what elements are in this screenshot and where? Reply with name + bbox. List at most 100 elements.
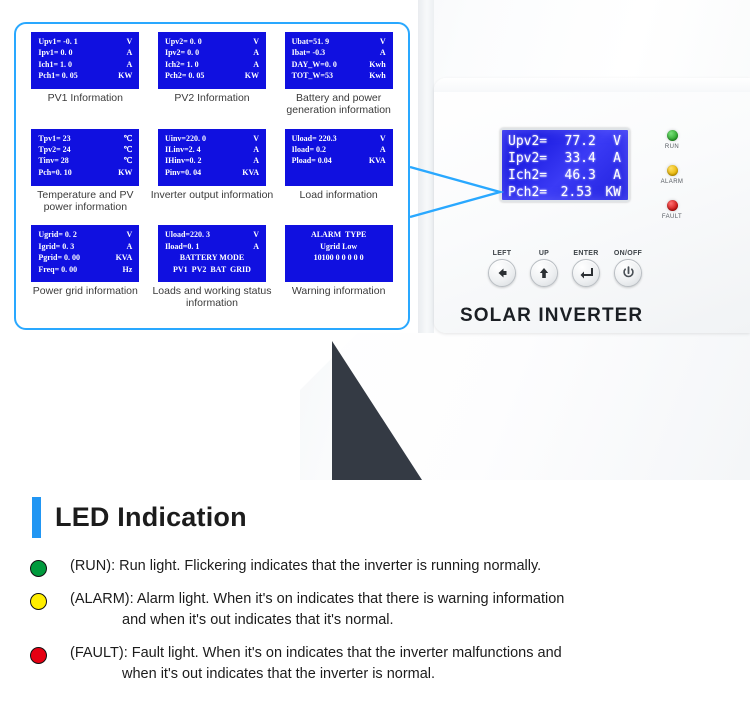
info-cell: ALARM TYPE Ugrid Low 10100 0 0 0 0 0 Warnin…	[275, 225, 402, 322]
power-icon[interactable]	[614, 259, 642, 287]
info-cell: Uinv=220. 0 V ILinv=2. 4 A IHinv=0. 2 A Pinv=0…	[149, 128, 276, 226]
red-led-icon	[30, 647, 47, 664]
device-led-label: ALARM	[660, 179, 684, 185]
device-edge-highlight	[418, 0, 434, 346]
mini-lcd-unit: A	[253, 241, 259, 251]
mini-lcd-row: Ipv2= 0. 0 A	[165, 47, 259, 58]
mini-lcd-unit: KVA	[368, 156, 386, 166]
mini-lcd-label: 10100 0 0 0 0 0	[313, 253, 364, 263]
device-keypad: LEFT UP ENTER ON/OFF	[485, 250, 645, 298]
key-left[interactable]: LEFT	[485, 250, 519, 298]
mini-lcd-row: Pch1= 0. 05 KW	[38, 70, 132, 81]
info-cell-caption: PV2 Information	[174, 92, 250, 104]
lcd-info-panel: Upv1= -0. 1 V Ipv1= 0. 0 A Ich1= 1. 0 A Pch1= …	[14, 22, 410, 330]
mini-lcd-label: Igrid= 0. 3	[38, 241, 75, 251]
mini-lcd-label: ILinv=2. 4	[164, 145, 201, 155]
info-cell-caption: Power grid information	[32, 285, 138, 298]
mini-lcd-label: Pgrid= 0. 00	[38, 253, 80, 263]
device-led-run: RUN	[648, 130, 696, 165]
led-description-line1: (FAULT): Fault light. When it's on indic…	[70, 645, 562, 661]
mini-lcd-row: Freq= 0. 00 Hz	[38, 264, 132, 275]
mini-lcd-unit: KW	[118, 167, 133, 177]
mini-lcd-unit: KVA	[242, 167, 259, 177]
mini-lcd-row: Ich1= 1. 0 A	[38, 59, 132, 70]
yellow-led-icon	[30, 593, 47, 610]
mini-lcd-unit: A	[126, 241, 133, 251]
mini-lcd-label: Pch=0. 10	[38, 167, 72, 177]
mini-lcd-row: DAY_W=0. 0 Kwh	[292, 59, 386, 70]
mini-lcd-unit: KW	[244, 71, 259, 81]
mini-lcd-label: IHinv=0. 2	[164, 156, 202, 166]
key-enter[interactable]: ENTER	[569, 250, 603, 298]
mini-lcd-screen: Ugrid= 0. 2 V Igrid= 0. 3 A Pgrid= 0. 00 KVA F…	[31, 225, 140, 283]
device-lcd-unit: A	[613, 168, 621, 183]
mini-lcd-screen: Uload= 220.3 V Iload= 0.2 A Pload= 0.04 KVA	[284, 128, 393, 186]
info-cell: Uload= 220.3 V Iload= 0.2 A Pload= 0.04 KVA Lo…	[275, 128, 402, 226]
device-lcd-row: Pch2= 2.53 KW	[506, 184, 624, 201]
device-lcd-unit: A	[613, 151, 621, 166]
mini-lcd-row: Tinv= 28 ℃	[38, 155, 132, 166]
section-header: LED Indication	[32, 497, 247, 538]
mini-lcd-row: Ich2= 1. 0 A	[165, 59, 259, 70]
info-cell-caption: PV1 Information	[47, 92, 123, 104]
mini-lcd-label: DAY_W=0. 0	[291, 59, 337, 69]
mini-lcd-label: Ibat= -0.3	[291, 48, 326, 58]
mini-lcd-row: PV1 PV2 BAT GRID	[165, 264, 259, 275]
mini-lcd-unit: ℃	[123, 133, 133, 143]
device-lcd-screen: Upv2= 77.2 V Ipv2= 33.4 A Ich2= 46.3 A Pch2= 2.53 K…	[500, 128, 630, 202]
mini-lcd-row: ILinv=2. 4 A	[165, 144, 259, 155]
section-accent-bar	[32, 497, 41, 538]
mini-lcd-label: Freq= 0. 00	[38, 264, 78, 274]
device-lcd-value: 46.3	[564, 168, 596, 183]
device-led-column: RUN ALARM FAULT	[648, 130, 696, 236]
key-up[interactable]: UP	[527, 250, 561, 298]
mini-lcd-row: Tpv1= 23 ℃	[38, 133, 132, 144]
device-brand-label: SOLAR INVERTER	[460, 305, 644, 326]
mini-lcd-unit: V	[253, 37, 259, 46]
mini-lcd-row: Pch=0. 10 KW	[38, 167, 132, 178]
mini-lcd-row: Ipv1= 0. 0 A	[38, 47, 132, 58]
mini-lcd-unit: ℃	[123, 145, 133, 155]
mini-lcd-unit: V	[379, 37, 386, 46]
arrow-up-icon[interactable]	[530, 259, 558, 287]
device-led-alarm: ALARM	[648, 165, 696, 200]
mini-lcd-label: ALARM TYPE	[310, 230, 367, 240]
info-cell: Ubat=51. 9 V Ibat= -0.3 A DAY_W=0. 0 Kwh TOT_W…	[275, 32, 402, 129]
arrow-left-icon[interactable]	[488, 259, 516, 287]
enter-icon[interactable]	[572, 259, 600, 287]
mini-lcd-row: Uload= 220.3 V	[292, 133, 386, 144]
info-cell: Upv1= -0. 1 V Ipv1= 0. 0 A Ich1= 1. 0 A Pch1= …	[22, 32, 149, 129]
info-cell-caption: Warning information	[291, 285, 386, 298]
mini-lcd-label: Ipv1= 0. 0	[38, 48, 73, 58]
mini-lcd-row: Pload= 0.04 KVA	[292, 155, 386, 166]
mini-lcd-unit: A	[126, 48, 133, 58]
mini-lcd-label: Tpv1= 23	[38, 133, 71, 143]
mini-lcd-label: Uload= 220.3	[291, 133, 337, 143]
device-led-fault: FAULT	[648, 200, 696, 235]
mini-lcd-label: Ugrid Low	[320, 241, 358, 251]
mini-lcd-row: Pch2= 0. 05 KW	[165, 70, 259, 81]
key-on-off[interactable]: ON/OFF	[611, 250, 645, 298]
mini-lcd-unit: V	[126, 230, 133, 240]
mini-lcd-row: Tpv2= 24 ℃	[38, 144, 132, 155]
mini-lcd-row: ALARM TYPE	[292, 229, 386, 240]
info-cell: Uload=220. 3 V Iload=0. 1 A BATTERY MODE PV1 …	[149, 225, 276, 322]
mini-lcd-row: Pgrid= 0. 00 KVA	[38, 252, 132, 263]
mini-lcd-row: BATTERY MODE	[165, 252, 259, 263]
info-cell: Ugrid= 0. 2 V Igrid= 0. 3 A Pgrid= 0. 00 KVA F…	[22, 225, 149, 322]
mini-lcd-label: Pch2= 0. 05	[164, 71, 205, 81]
mini-lcd-unit: V	[126, 37, 133, 46]
mini-lcd-row: IHinv=0. 2 A	[165, 155, 259, 166]
led-description-item: (RUN): Run light. Flickering indicates t…	[30, 556, 730, 577]
mini-lcd-row: Pinv=0. 04 KVA	[165, 167, 259, 178]
mini-lcd-label: Ich2= 1. 0	[164, 59, 199, 69]
mini-lcd-row: Ubat=51. 9 V	[292, 36, 386, 47]
key-label: LEFT	[492, 250, 512, 257]
mini-lcd-unit: KVA	[115, 253, 133, 263]
mini-lcd-row: Ugrid Low	[292, 241, 386, 252]
mini-lcd-label: PV1 PV2 BAT GRID	[173, 264, 251, 274]
mini-lcd-row: TOT_W=53 Kwh	[292, 70, 386, 81]
mini-lcd-label: Upv2= 0. 0	[164, 37, 202, 46]
mini-lcd-unit: A	[253, 156, 259, 166]
run-led-icon	[666, 130, 678, 141]
